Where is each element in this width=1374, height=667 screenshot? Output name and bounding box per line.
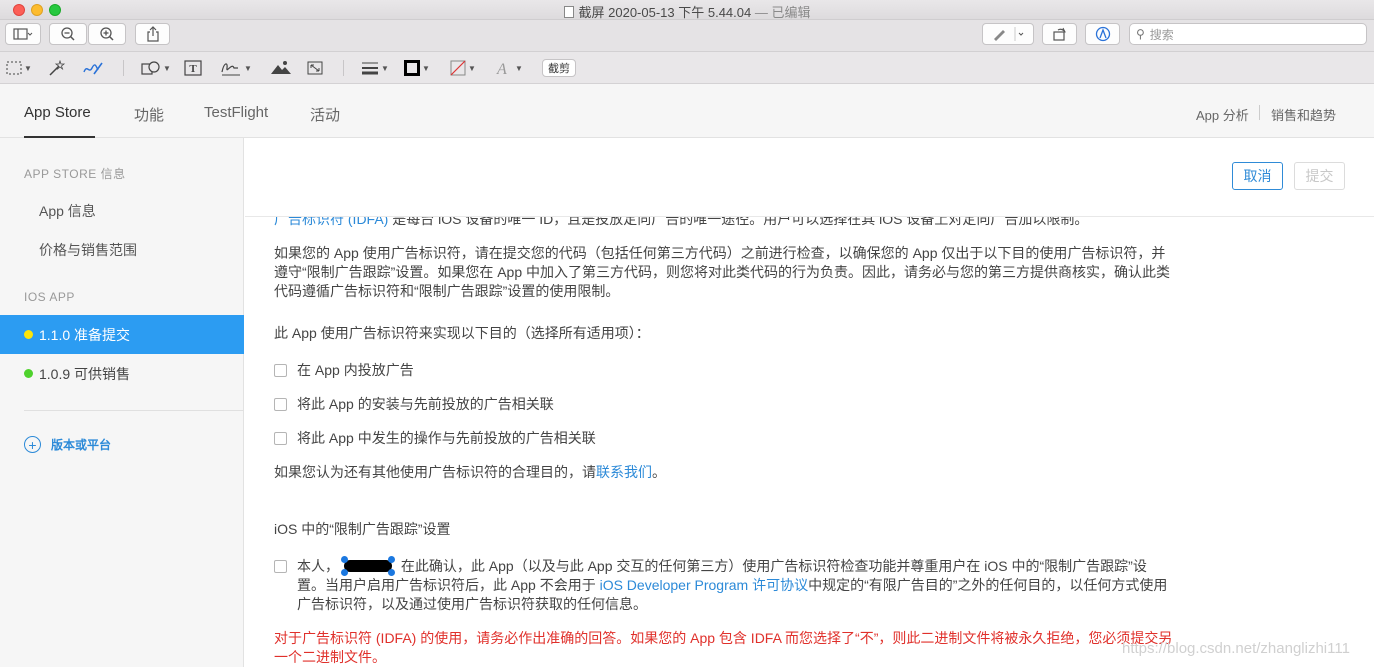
instant-alpha-tool[interactable]	[48, 58, 66, 78]
sidebar-version-1-0-9[interactable]: 1.0.9 可供销售	[0, 354, 244, 393]
shapes-tool[interactable]: ▼	[141, 58, 171, 78]
plus-circle-icon: +	[24, 436, 41, 453]
main-content: 广告标识符 (IDFA) 是每台 iOS 设备的唯一 ID，且是投放定向广告的唯…	[245, 138, 1374, 667]
shape-style-tool[interactable]: ▼	[361, 58, 389, 78]
resize-handle[interactable]	[388, 569, 395, 576]
divider	[1259, 105, 1260, 120]
selection-tool[interactable]: ▼	[6, 58, 32, 78]
fill-color-tool[interactable]: ▼	[450, 58, 476, 78]
watermark: https://blog.csdn.net/zhanglizhi111	[1122, 640, 1350, 657]
zoom-out-icon	[61, 27, 75, 41]
markup-pen-button[interactable]	[982, 23, 1034, 45]
divider	[24, 410, 244, 411]
sidebar-toggle-button[interactable]	[5, 23, 41, 45]
tab-activity[interactable]: 活动	[310, 104, 340, 125]
document-icon	[563, 6, 574, 18]
svg-text:T: T	[189, 63, 197, 75]
checkbox[interactable]	[274, 432, 287, 445]
developer-program-agreement-link[interactable]: iOS Developer Program 许可协议	[600, 577, 809, 593]
option-attribute-install[interactable]: 将此 App 的安装与先前投放的广告相关联	[274, 395, 554, 414]
submit-button[interactable]: 提交	[1294, 162, 1345, 190]
status-dot-icon	[24, 369, 33, 378]
option-attribute-action[interactable]: 将此 App 中发生的操作与先前投放的广告相关联	[274, 429, 596, 448]
markup-bar: ▼ ▼ T ▼ ▼ ▼ ▼ A ▼	[0, 52, 1374, 84]
svg-text:A: A	[496, 61, 507, 76]
line-style-icon	[362, 62, 378, 75]
app-navigation: App Store 功能 TestFlight 活动 App 分析 销售和趋势	[0, 84, 1374, 138]
divider	[123, 60, 124, 76]
resize-handle[interactable]	[341, 569, 348, 576]
sidebar: APP STORE 信息 App 信息 价格与销售范围 IOS APP 1.1.…	[0, 138, 244, 667]
resize-icon	[307, 61, 323, 75]
edited-status: — 已编辑	[754, 5, 811, 20]
idfa-usage-paragraph: 如果您的 App 使用广告标识符，请在提交您的代码（包括任何第三方代码）之前进行…	[274, 245, 1171, 299]
window-title: 截屏 2020-05-13 下午 5.44.04 — 已编辑	[0, 2, 1374, 21]
divider	[343, 60, 344, 76]
shapes-icon	[141, 61, 160, 75]
pen-icon	[994, 27, 1024, 41]
checkbox[interactable]	[274, 398, 287, 411]
limit-ad-tracking-title: iOS 中的“限制广告跟踪”设置	[274, 521, 451, 537]
text-style-icon: A	[496, 61, 507, 76]
signature-icon	[221, 63, 240, 76]
preview-toolbar: ⚲ 搜索	[0, 20, 1374, 52]
sidebar-icon	[13, 28, 33, 40]
markup-icon	[1095, 26, 1110, 42]
resize-handle[interactable]	[388, 556, 395, 563]
tab-testflight[interactable]: TestFlight	[204, 104, 268, 121]
zoom-in-button[interactable]	[88, 23, 126, 45]
search-input[interactable]: ⚲ 搜索	[1129, 23, 1367, 45]
fill-color-icon	[450, 60, 466, 76]
sign-tool[interactable]: ▼	[220, 58, 252, 78]
markup-toolbar-button[interactable]	[1085, 23, 1120, 45]
tab-app-store[interactable]: App Store	[24, 104, 91, 121]
status-dot-icon	[24, 330, 33, 339]
text-style-tool[interactable]: A ▼	[495, 58, 523, 78]
window-titlebar: 截屏 2020-05-13 下午 5.44.04 — 已编辑	[0, 0, 1374, 20]
rotate-icon	[1052, 27, 1066, 41]
sketch-tool[interactable]	[82, 58, 104, 78]
text-tool[interactable]: T	[184, 58, 202, 78]
share-icon	[146, 26, 159, 42]
border-color-tool[interactable]: ▼	[404, 58, 430, 78]
magic-wand-icon	[49, 60, 66, 76]
sidebar-version-1-1-0[interactable]: 1.1.0 准备提交	[0, 315, 244, 354]
action-bar: 取消 提交	[245, 138, 1374, 217]
crop-button[interactable]: 截剪	[542, 59, 576, 77]
cancel-button[interactable]: 取消	[1232, 162, 1283, 190]
rotate-button[interactable]	[1042, 23, 1077, 45]
rect-selection-icon	[6, 61, 22, 75]
adjust-size-tool[interactable]	[306, 58, 324, 78]
sketch-icon	[83, 62, 103, 75]
purpose-question: 此 App 使用广告标识符来实现以下目的（选择所有适用项）：	[274, 325, 650, 341]
app-analytics-link[interactable]: App 分析	[1196, 105, 1249, 124]
checkbox[interactable]	[274, 364, 287, 377]
search-icon: ⚲	[1136, 27, 1145, 41]
contact-us-link[interactable]: 联系我们	[596, 464, 652, 480]
sidebar-item-pricing[interactable]: 价格与销售范围	[39, 240, 137, 260]
sales-trends-link[interactable]: 销售和趋势	[1271, 105, 1336, 124]
border-color-icon	[404, 60, 420, 76]
zoom-in-icon	[100, 27, 114, 41]
limit-ad-tracking-confirm[interactable]: 本人， 在此确认，此 App（以及与此 App 交互的任何第三方）使用广告标识符…	[274, 556, 1169, 614]
redacted-name-annotation[interactable]	[341, 556, 395, 576]
option-serve-ads[interactable]: 在 App 内投放广告	[274, 361, 414, 380]
adjust-color-icon	[271, 61, 291, 74]
other-purpose-text: 如果您认为还有其他使用广告标识符的合理目的，请联系我们。	[274, 464, 666, 480]
sidebar-section-ios-app: IOS APP	[24, 290, 75, 304]
share-button[interactable]	[135, 23, 170, 45]
text-icon: T	[184, 60, 202, 76]
checkbox[interactable]	[274, 560, 287, 573]
sidebar-item-app-info[interactable]: App 信息	[39, 201, 96, 221]
idfa-warning-text: 对于广告标识符 (IDFA) 的使用，请务必作出准确的回答。如果您的 App 包…	[274, 630, 1173, 665]
resize-handle[interactable]	[341, 556, 348, 563]
zoom-out-button[interactable]	[49, 23, 87, 45]
sidebar-section-app-store-info: APP STORE 信息	[24, 167, 126, 181]
add-version-or-platform-button[interactable]: + 版本或平台	[24, 436, 111, 453]
adjust-color-tool[interactable]	[270, 58, 292, 78]
tab-features[interactable]: 功能	[134, 104, 164, 125]
